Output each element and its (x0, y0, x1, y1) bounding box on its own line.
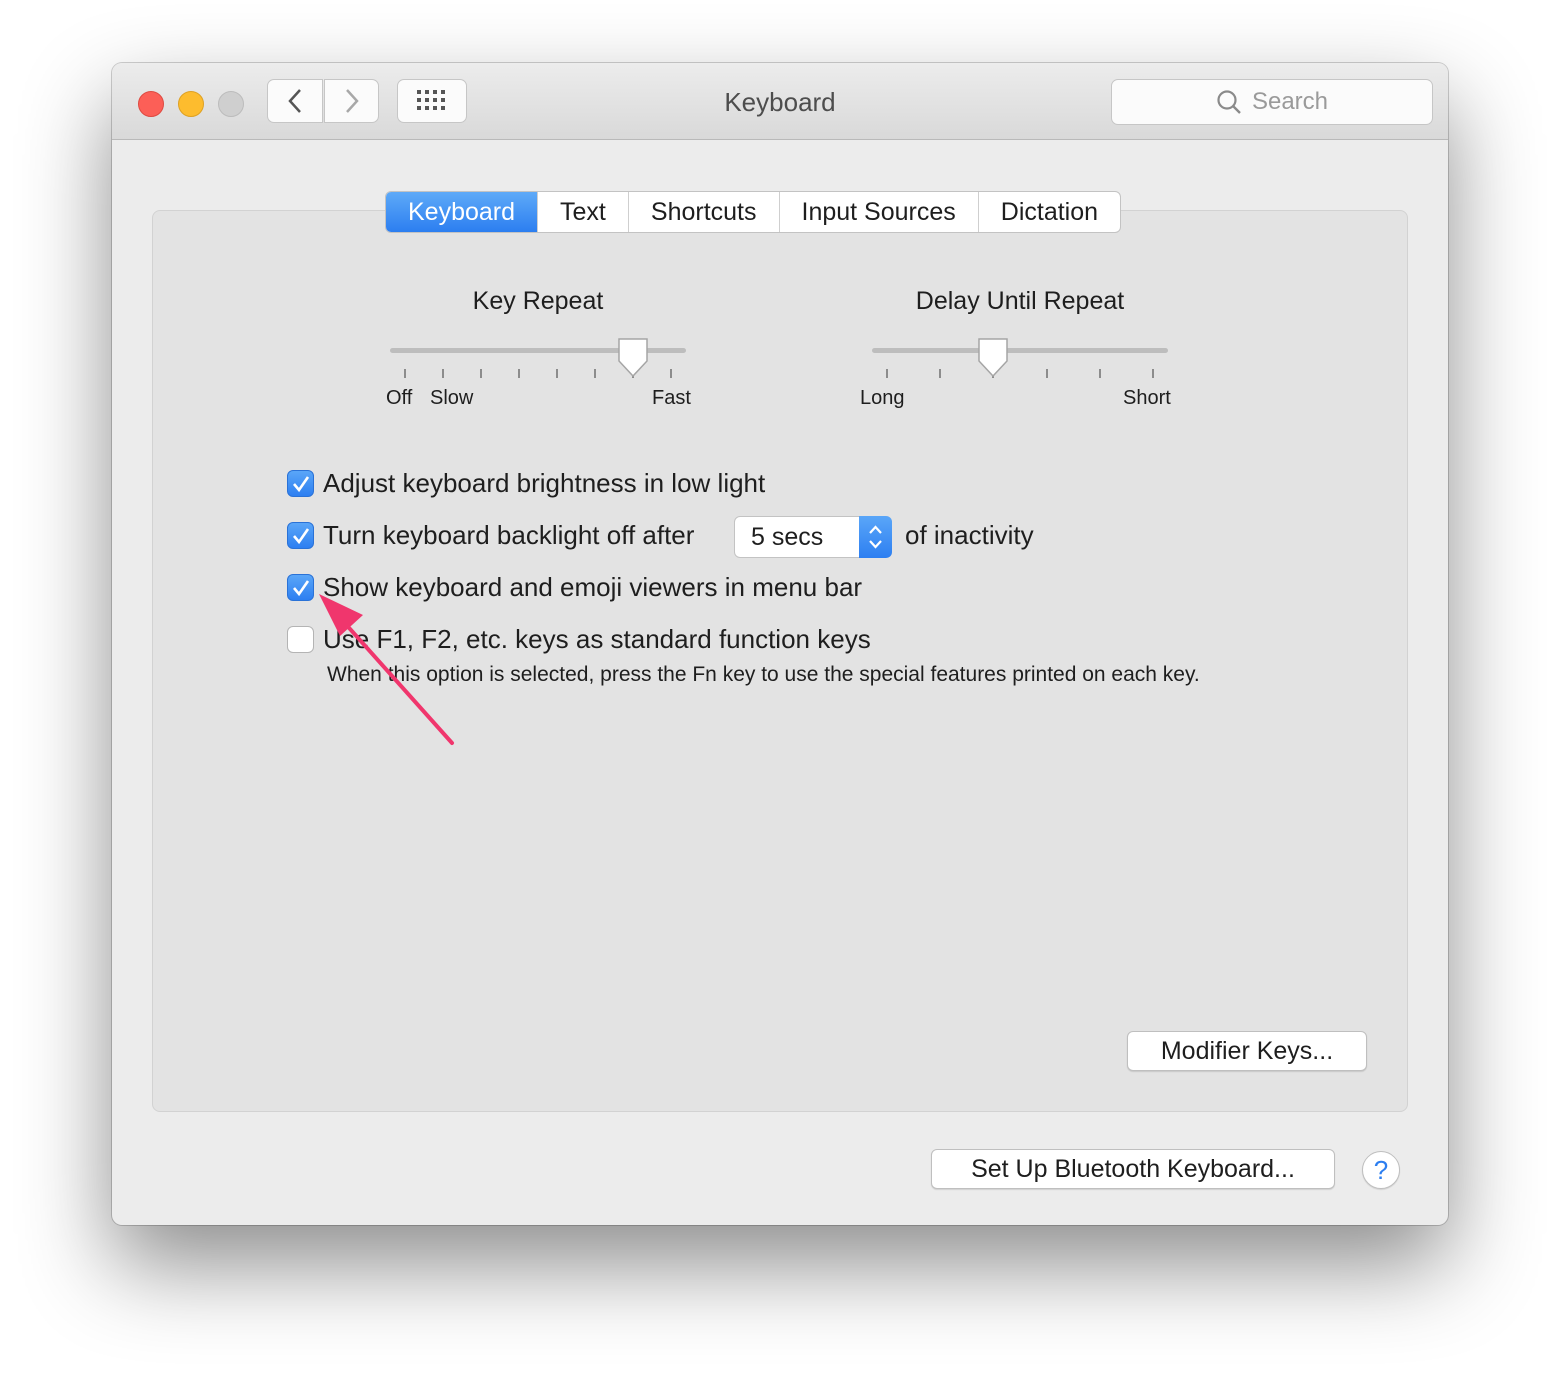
preferences-window: Keyboard Search Keyboard Text Shortcuts … (112, 63, 1448, 1225)
slider-tick (886, 369, 888, 378)
slider-tick (404, 369, 406, 378)
slider-tick (442, 369, 444, 378)
tab-input-sources[interactable]: Input Sources (778, 192, 978, 232)
tab-bar: Keyboard Text Shortcuts Input Sources Di… (385, 191, 1122, 233)
title-bar: Keyboard Search (112, 63, 1448, 140)
help-button[interactable]: ? (1362, 1151, 1400, 1189)
search-icon (1217, 90, 1241, 114)
function-keys-note: When this option is selected, press the … (327, 663, 1200, 686)
slider-tick (1152, 369, 1154, 378)
backlight-timeout-popup[interactable]: 5 secs (734, 516, 892, 558)
modifier-keys-button[interactable]: Modifier Keys... (1127, 1031, 1367, 1071)
checkmark-icon (293, 476, 310, 493)
slider-tick (939, 369, 941, 378)
slider-tick (518, 369, 520, 378)
slider-tick (556, 369, 558, 378)
delay-until-repeat-thumb[interactable] (976, 337, 1010, 379)
bluetooth-keyboard-button[interactable]: Set Up Bluetooth Keyboard... (931, 1149, 1335, 1189)
updown-chevron-icon (869, 525, 882, 549)
slider-tick (1046, 369, 1048, 378)
tab-shortcuts[interactable]: Shortcuts (627, 192, 779, 232)
key-repeat-off-label: Off (386, 387, 413, 409)
search-field[interactable]: Search (1111, 79, 1433, 125)
key-repeat-slow-label: Slow (430, 387, 474, 409)
delay-until-repeat-track[interactable] (872, 348, 1168, 353)
tab-text[interactable]: Text (537, 192, 628, 232)
inactivity-suffix-label: of inactivity (905, 520, 1034, 550)
function-keys-label[interactable]: Use F1, F2, etc. keys as standard functi… (323, 624, 871, 655)
delay-short-label: Short (1123, 387, 1171, 409)
search-placeholder: Search (1251, 88, 1329, 115)
adjust-brightness-label[interactable]: Adjust keyboard brightness in low light (323, 468, 765, 499)
tab-content-panel (152, 210, 1408, 1112)
show-viewers-label[interactable]: Show keyboard and emoji viewers in menu … (323, 572, 862, 603)
key-repeat-fast-label: Fast (652, 387, 691, 409)
backlight-timeout-value: 5 secs (751, 523, 824, 551)
backlight-off-label[interactable]: Turn keyboard backlight off after (323, 520, 694, 551)
tab-keyboard[interactable]: Keyboard (386, 192, 538, 232)
delay-until-repeat-title: Delay Until Repeat (915, 287, 1125, 315)
key-repeat-thumb[interactable] (616, 337, 650, 379)
show-viewers-checkbox[interactable] (287, 574, 314, 601)
popup-arrows[interactable] (859, 516, 892, 558)
slider-tick (1099, 369, 1101, 378)
function-keys-checkbox[interactable] (287, 626, 314, 653)
key-repeat-title: Key Repeat (472, 287, 604, 315)
delay-long-label: Long (860, 387, 905, 409)
checkmark-icon (293, 528, 310, 545)
adjust-brightness-checkbox[interactable] (287, 470, 314, 497)
slider-tick (670, 369, 672, 378)
slider-tick (594, 369, 596, 378)
slider-tick (480, 369, 482, 378)
tab-dictation[interactable]: Dictation (977, 192, 1120, 232)
checkmark-icon (293, 580, 310, 597)
backlight-off-checkbox[interactable] (287, 522, 314, 549)
